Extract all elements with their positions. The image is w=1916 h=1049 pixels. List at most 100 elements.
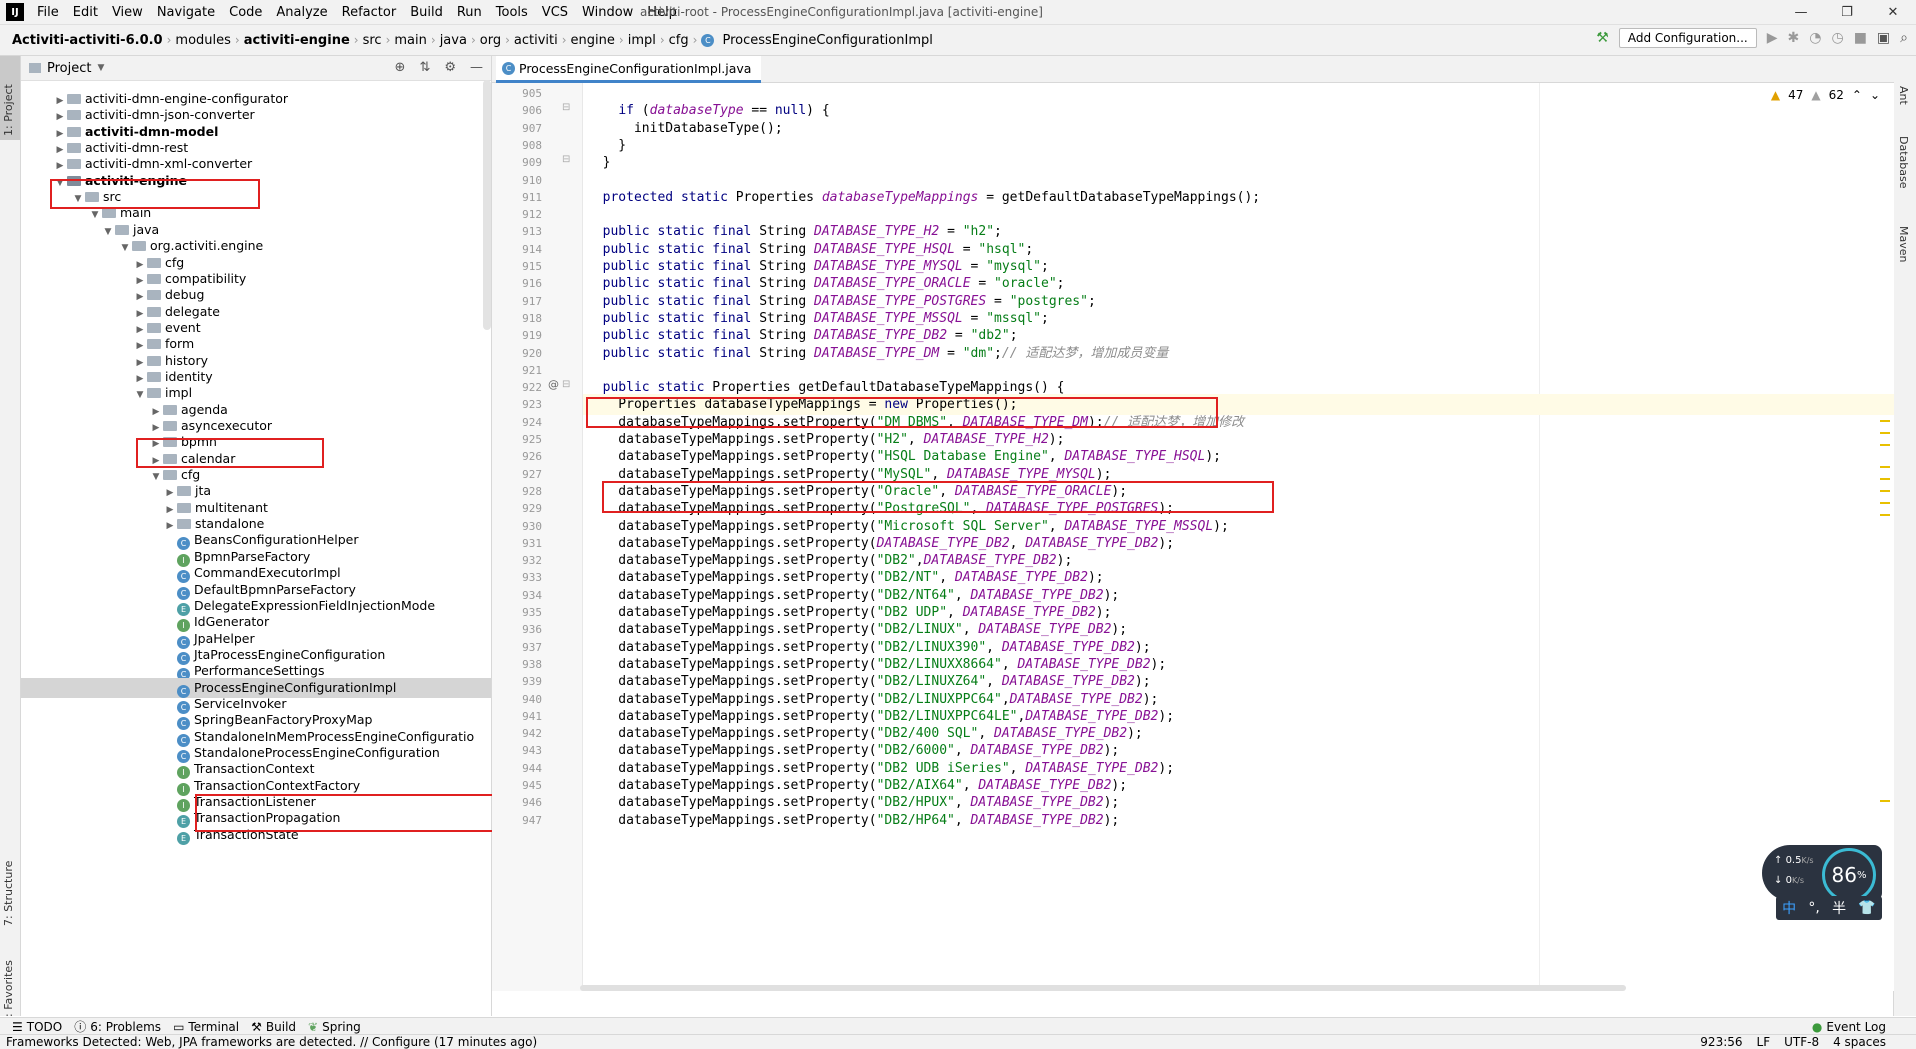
error-stripe-mark[interactable] (1880, 420, 1890, 422)
breadcrumb-item[interactable]: impl (624, 33, 660, 48)
structure-tool-tab[interactable]: 7: Structure (2, 861, 15, 926)
error-stripe-mark[interactable] (1880, 514, 1890, 516)
menu-view[interactable]: View (105, 5, 150, 20)
skin-shirt-icon[interactable]: 👕 (1858, 900, 1875, 916)
ime-toolbar[interactable]: 中 °, 半 👕 (1776, 896, 1882, 920)
breadcrumb-item[interactable]: main (390, 33, 430, 48)
profile-icon[interactable]: ◷ (1831, 30, 1843, 46)
database-tool-tab[interactable]: Database (1897, 136, 1910, 189)
spring-leaf-icon: ❦ (308, 1019, 319, 1034)
gear-icon[interactable]: ⚙ (444, 60, 456, 75)
terminal-tool-tab[interactable]: ▭ Terminal (173, 1020, 239, 1034)
ant-tool-tab[interactable]: Ant (1897, 86, 1910, 105)
minimize-icon[interactable]: — (1778, 0, 1824, 24)
tab-process-engine-configuration-impl[interactable]: C ProcessEngineConfigurationImpl.java (496, 56, 762, 83)
cpu-usage: 86% (1822, 848, 1876, 902)
project-view-selector[interactable]: Project (47, 61, 91, 76)
menu-run[interactable]: Run (450, 5, 489, 20)
project-structure-icon[interactable]: ▣ (1877, 30, 1890, 46)
maven-tool-tab[interactable]: Maven (1897, 226, 1910, 262)
run-icon[interactable]: ▶ (1767, 30, 1778, 46)
package-icon (163, 421, 177, 431)
stop-icon[interactable]: ■ (1854, 30, 1867, 46)
folder-icon (67, 143, 81, 154)
error-stripe-mark[interactable] (1880, 502, 1890, 504)
breadcrumb-item[interactable]: activiti-engine (240, 33, 354, 48)
file-encoding[interactable]: UTF-8 (1784, 1035, 1819, 1049)
code-line: databaseTypeMappings.setProperty("DB2/HP… (587, 812, 1120, 828)
breadcrumb-item[interactable]: java (436, 33, 471, 48)
menu-code[interactable]: Code (222, 5, 269, 20)
tree-item-label: standalone (195, 516, 265, 532)
search-icon[interactable]: ⌕ (1900, 30, 1908, 46)
indent-setting[interactable]: 4 spaces (1833, 1035, 1886, 1049)
fold-icon[interactable]: ⊟ (562, 102, 570, 113)
chevron-down-icon[interactable]: ⌄ (1870, 88, 1880, 102)
hammer-icon: ⚒ (251, 1019, 262, 1034)
editor-horizontal-scrollbar[interactable] (580, 985, 1626, 991)
problems-tool-tab[interactable]: ⓘ 6: Problems (74, 1018, 161, 1035)
hide-icon[interactable]: — (470, 60, 483, 75)
add-configuration-button[interactable]: Add Configuration... (1618, 28, 1757, 48)
menu-refactor[interactable]: Refactor (335, 5, 404, 20)
debug-icon[interactable]: ✱ (1788, 30, 1800, 46)
menu-edit[interactable]: Edit (66, 5, 105, 20)
fold-icon[interactable]: ⊟ (562, 154, 570, 165)
restore-icon[interactable]: ❐ (1824, 0, 1870, 24)
breadcrumb-item[interactable]: ProcessEngineConfigurationImpl (718, 33, 936, 48)
build-hammer-icon[interactable]: ⚒ (1596, 30, 1609, 46)
error-stripe-mark[interactable] (1880, 478, 1890, 480)
navigation-bar: Activiti-activiti-6.0.0 › modules › activiti… (0, 25, 1916, 56)
todo-tool-tab[interactable]: ☰ TODO (12, 1020, 62, 1034)
menu-window[interactable]: Window (575, 5, 640, 20)
tree-item-label: asyncexecutor (181, 418, 273, 433)
fold-icon[interactable]: ⊟ (562, 379, 570, 390)
menu-file[interactable]: File (30, 5, 66, 20)
breadcrumb-item[interactable]: cfg (665, 33, 693, 48)
menu-build[interactable]: Build (403, 5, 450, 20)
menu-tools[interactable]: Tools (489, 5, 535, 20)
line-separator[interactable]: LF (1757, 1035, 1771, 1049)
chevron-up-icon[interactable]: ⌃ (1852, 88, 1862, 102)
close-icon[interactable]: ✕ (1870, 0, 1916, 24)
menu-vcs[interactable]: VCS (535, 5, 575, 20)
package-icon (147, 257, 161, 268)
error-stripe-mark[interactable] (1880, 800, 1890, 802)
tree-item[interactable]: E TransactionState (21, 825, 491, 845)
build-tool-tab[interactable]: ⚒ Build (251, 1020, 296, 1034)
breadcrumb-item[interactable]: modules (171, 33, 235, 48)
status-message[interactable]: Frameworks Detected: Web, JPA frameworks… (0, 1035, 537, 1049)
favorites-tool-tab[interactable]: 2: Favorites (2, 960, 15, 1024)
event-log-tool-tab[interactable]: ● Event Log (1812, 1020, 1886, 1034)
tree-scrollbar[interactable] (483, 80, 491, 330)
project-tool-tab[interactable]: 1: Project (2, 84, 15, 136)
code-editor[interactable]: if (databaseType == null) { initDatabase… (583, 83, 1894, 991)
breadcrumb-item[interactable]: org (476, 33, 505, 48)
breadcrumb-item[interactable]: src (359, 33, 386, 48)
tree-item-label: StandaloneInMemProcessEngineConfiguratio (194, 728, 475, 744)
inspection-widget[interactable]: ▲ 47 ▲ 62 ⌃ ⌄ (1771, 88, 1880, 102)
chevron-down-icon[interactable]: ▼ (97, 63, 104, 73)
error-stripe-mark[interactable] (1880, 444, 1890, 446)
menu-analyze[interactable]: Analyze (269, 5, 334, 20)
tree-item-label: cfg (165, 254, 185, 270)
error-stripe-mark[interactable] (1880, 490, 1890, 492)
tree-item-label: bpmn (181, 434, 217, 450)
annotation-icon[interactable]: @ (548, 378, 559, 391)
window-title: activiti-root - ProcessEngineConfigurati… (640, 5, 1043, 19)
list-icon: ☰ (12, 1019, 23, 1034)
error-stripe-mark[interactable] (1880, 432, 1890, 434)
menu-navigate[interactable]: Navigate (150, 5, 222, 20)
locate-icon[interactable]: ⊕ (395, 60, 406, 75)
package-icon (147, 322, 161, 333)
caret-position[interactable]: 923:56 (1700, 1035, 1742, 1049)
breadcrumb-item[interactable]: Activiti-activiti-6.0.0 (8, 33, 167, 48)
breadcrumb-item[interactable]: engine (567, 33, 619, 48)
spring-tool-tab[interactable]: ❦ Spring (308, 1020, 361, 1034)
breadcrumb-item[interactable]: activiti (510, 33, 562, 48)
project-panel-header: Project ▼ ⊕ ⇅ ⚙ — (21, 56, 491, 81)
package-icon (147, 371, 161, 382)
coverage-icon[interactable]: ◔ (1809, 30, 1821, 46)
error-stripe-mark[interactable] (1880, 466, 1890, 468)
collapse-all-icon[interactable]: ⇅ (419, 60, 430, 75)
